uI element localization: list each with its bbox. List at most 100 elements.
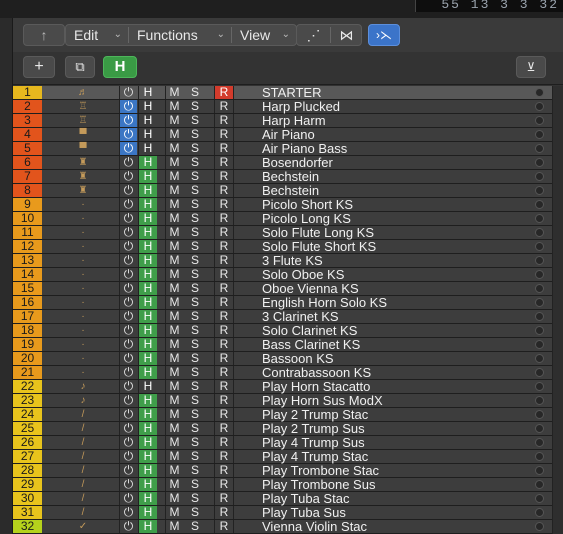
track-name[interactable]: Bass Clarinet KS <box>262 338 360 351</box>
track-name[interactable]: Solo Clarinet KS <box>262 324 357 337</box>
mute-button[interactable]: M <box>165 184 183 197</box>
hide-button[interactable]: H <box>138 352 157 365</box>
track-row[interactable]: 9 · ⏻ H M S R Picolo Short KS <box>13 198 563 212</box>
mute-button[interactable]: M <box>165 128 183 141</box>
power-icon[interactable]: ⏻ <box>119 268 137 281</box>
track-row[interactable]: 15 · ⏻ H M S R Oboe Vienna KS <box>13 282 563 296</box>
solo-button[interactable]: S <box>186 226 204 239</box>
mute-button[interactable]: M <box>165 366 183 379</box>
power-icon[interactable]: ⏻ <box>119 100 137 113</box>
power-icon[interactable]: ⏻ <box>119 408 137 421</box>
power-icon[interactable]: ⏻ <box>119 422 137 435</box>
record-button[interactable]: R <box>214 324 234 337</box>
track-name[interactable]: Play 2 Trump Stac <box>262 408 368 421</box>
power-icon[interactable]: ⏻ <box>119 240 137 253</box>
flex-icon[interactable]: ⋈ <box>331 25 362 45</box>
solo-button[interactable]: S <box>186 170 204 183</box>
up-arrow-button[interactable]: ↑ <box>23 24 65 46</box>
track-name[interactable]: Play Tuba Sus <box>262 506 346 519</box>
hide-button[interactable]: H <box>138 254 157 267</box>
hide-button[interactable]: H <box>138 156 157 169</box>
track-row[interactable]: 10 · ⏻ H M S R Picolo Long KS <box>13 212 563 226</box>
track-name[interactable]: Bechstein <box>262 184 319 197</box>
record-button[interactable]: R <box>214 478 234 491</box>
hide-button[interactable]: H <box>138 520 157 533</box>
mute-button[interactable]: M <box>165 520 183 533</box>
power-icon[interactable]: ⏻ <box>119 436 137 449</box>
track-name[interactable]: Play 4 Trump Stac <box>262 450 368 463</box>
hide-button[interactable]: H <box>138 380 157 393</box>
track-row[interactable]: 29 / ⏻ H M S R Play Trombone Sus <box>13 478 563 492</box>
record-button[interactable]: R <box>214 366 234 379</box>
power-icon[interactable]: ⏻ <box>119 506 137 519</box>
track-name[interactable]: Picolo Short KS <box>262 198 353 211</box>
duplicate-track-button[interactable]: ⧉ <box>65 56 95 78</box>
track-name[interactable]: Bosendorfer <box>262 156 333 169</box>
record-button[interactable]: R <box>214 254 234 267</box>
solo-button[interactable]: S <box>186 324 204 337</box>
hide-button[interactable]: H <box>138 338 157 351</box>
record-button[interactable]: R <box>214 128 234 141</box>
hide-button[interactable]: H <box>138 310 157 323</box>
power-icon[interactable]: ⏻ <box>119 226 137 239</box>
mute-button[interactable]: M <box>165 86 183 99</box>
solo-button[interactable]: S <box>186 450 204 463</box>
mute-button[interactable]: M <box>165 338 183 351</box>
mute-button[interactable]: M <box>165 254 183 267</box>
track-name[interactable]: Solo Flute Short KS <box>262 240 376 253</box>
mute-button[interactable]: M <box>165 436 183 449</box>
track-row[interactable]: 23 ♪ ⏻ H M S R Play Horn Sus ModX <box>13 394 563 408</box>
solo-button[interactable]: S <box>186 100 204 113</box>
track-name[interactable]: Harp Harm <box>262 114 326 127</box>
solo-button[interactable]: S <box>186 338 204 351</box>
record-button[interactable]: R <box>214 212 234 225</box>
track-row[interactable]: 18 · ⏻ H M S R Solo Clarinet KS <box>13 324 563 338</box>
record-button[interactable]: R <box>214 408 234 421</box>
track-row[interactable]: 25 / ⏻ H M S R Play 2 Trump Sus <box>13 422 563 436</box>
hide-button[interactable]: H <box>138 184 157 197</box>
scrollbar[interactable] <box>552 86 563 534</box>
record-button[interactable]: R <box>214 240 234 253</box>
power-icon[interactable]: ⏻ <box>119 86 137 99</box>
track-row[interactable]: 26 / ⏻ H M S R Play 4 Trump Sus <box>13 436 563 450</box>
record-button[interactable]: R <box>214 338 234 351</box>
record-button[interactable]: R <box>214 520 234 533</box>
power-icon[interactable]: ⏻ <box>119 478 137 491</box>
solo-button[interactable]: S <box>186 366 204 379</box>
hide-button[interactable]: H <box>138 422 157 435</box>
power-icon[interactable]: ⏻ <box>119 450 137 463</box>
track-row[interactable]: 11 · ⏻ H M S R Solo Flute Long KS <box>13 226 563 240</box>
hide-button[interactable]: H <box>138 198 157 211</box>
track-name[interactable]: Harp Plucked <box>262 100 340 113</box>
record-button[interactable]: R <box>214 422 234 435</box>
mute-button[interactable]: M <box>165 464 183 477</box>
track-name[interactable]: Air Piano <box>262 128 315 141</box>
track-row[interactable]: 16 · ⏻ H M S R English Horn Solo KS <box>13 296 563 310</box>
record-button[interactable]: R <box>214 142 234 155</box>
track-row[interactable]: 32 ✓ ⏻ H M S R Vienna Violin Stac <box>13 520 563 534</box>
record-button[interactable]: R <box>214 226 234 239</box>
track-row[interactable]: 1 ♬ ⏻ H M S R STARTER <box>13 86 563 100</box>
solo-button[interactable]: S <box>186 394 204 407</box>
track-row[interactable]: 8 ♜ ⏻ H M S R Bechstein <box>13 184 563 198</box>
track-name[interactable]: Play Horn Stacatto <box>262 380 370 393</box>
mute-button[interactable]: M <box>165 380 183 393</box>
hide-button[interactable]: H <box>138 128 157 141</box>
power-icon[interactable]: ⏻ <box>119 492 137 505</box>
mute-button[interactable]: M <box>165 352 183 365</box>
track-name[interactable]: Bassoon KS <box>262 352 334 365</box>
mute-button[interactable]: M <box>165 422 183 435</box>
track-name[interactable]: English Horn Solo KS <box>262 296 387 309</box>
solo-button[interactable]: S <box>186 352 204 365</box>
mute-button[interactable]: M <box>165 226 183 239</box>
track-row[interactable]: 17 · ⏻ H M S R 3 Clarinet KS <box>13 310 563 324</box>
power-icon[interactable]: ⏻ <box>119 184 137 197</box>
hide-button[interactable]: H <box>138 450 157 463</box>
mute-button[interactable]: M <box>165 212 183 225</box>
record-button[interactable]: R <box>214 352 234 365</box>
track-name[interactable]: Play Trombone Stac <box>262 464 379 477</box>
power-icon[interactable]: ⏻ <box>119 338 137 351</box>
record-button[interactable]: R <box>214 268 234 281</box>
track-row[interactable]: 13 · ⏻ H M S R 3 Flute KS <box>13 254 563 268</box>
solo-button[interactable]: S <box>186 380 204 393</box>
